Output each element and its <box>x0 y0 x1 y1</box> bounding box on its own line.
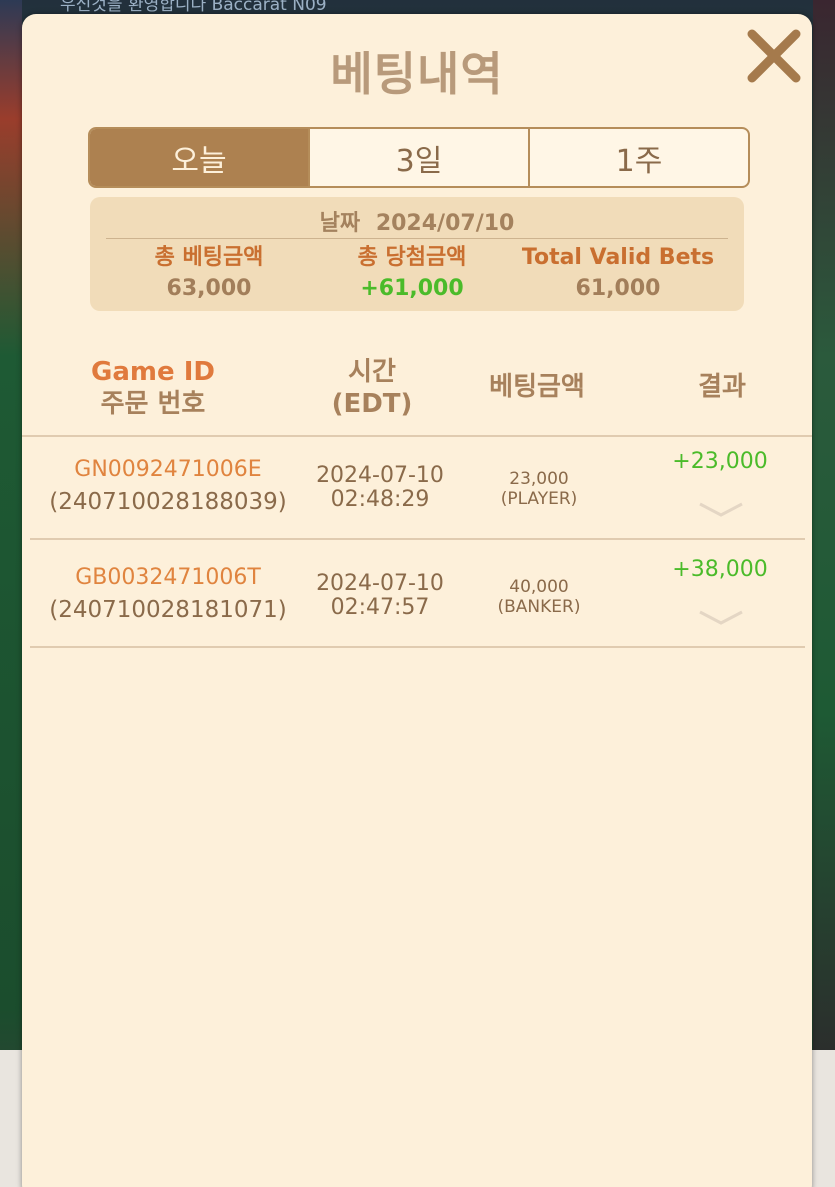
row-divider <box>30 538 805 540</box>
header-bet-amount: 베팅금액 <box>489 372 585 402</box>
header-time-zone: (EDT) <box>331 389 413 419</box>
total-win-column: 총 당첨금액 +61,000 <box>303 243 521 305</box>
summary-divider <box>106 238 728 239</box>
row-divider <box>30 646 805 648</box>
row-game-id: GB0032471006T <box>75 565 261 590</box>
game-background-left <box>0 0 22 1187</box>
summary-panel: 날짜 2024/07/10 총 베팅금액 63,000 총 당첨금액 +61,0… <box>90 197 744 311</box>
valid-bets-value: 61,000 <box>575 276 661 301</box>
header-order-no-label: 주문 번호 <box>100 389 206 419</box>
row-clock: 02:48:29 <box>330 487 430 512</box>
header-game-id-label: Game ID <box>91 357 215 387</box>
row-amount-value: 23,000 <box>509 469 569 489</box>
modal-title: 베팅내역 <box>330 47 504 101</box>
total-bet-column: 총 베팅금액 63,000 <box>100 243 318 305</box>
game-background-right <box>813 0 835 1187</box>
row-clock: 02:47:57 <box>330 595 430 620</box>
period-tabs: 오늘 3일 1주 <box>88 127 750 188</box>
row-result: +23,000 <box>672 449 768 474</box>
header-time: 시간 (EDT) <box>292 356 452 420</box>
header-game-id: Game ID 주문 번호 <box>42 356 264 420</box>
row-order-no: (240710028188039) <box>49 489 287 515</box>
row-bet-side: (BANKER) <box>497 597 581 617</box>
row-result: +38,000 <box>672 557 768 582</box>
row-bet-amount: 23,000 (PLAYER) <box>468 469 610 509</box>
table-row[interactable]: GB0032471006T (240710028181071) <box>42 562 294 626</box>
header-divider <box>22 435 812 437</box>
total-win-label: 총 당첨금액 <box>357 245 467 270</box>
row-bet-side: (PLAYER) <box>500 489 578 509</box>
total-win-value: +61,000 <box>360 276 464 301</box>
header-time-label: 시간 <box>348 357 396 387</box>
table-row[interactable]: GN0092471006E (240710028188039) <box>42 454 294 518</box>
row-time: 2024-07-10 02:47:57 <box>300 572 460 620</box>
row-time: 2024-07-10 02:48:29 <box>300 464 460 512</box>
row-bet-amount: 40,000 (BANKER) <box>468 577 610 617</box>
expand-chevron-icon[interactable] <box>696 608 746 628</box>
valid-bets-label: Total Valid Bets <box>521 245 715 270</box>
summary-date: 날짜 2024/07/10 <box>90 205 744 237</box>
close-icon <box>747 29 801 83</box>
tab-today[interactable]: 오늘 <box>90 129 310 186</box>
row-amount-value: 40,000 <box>509 577 569 597</box>
total-bet-label: 총 베팅금액 <box>154 245 264 270</box>
betting-history-modal: 베팅내역 오늘 3일 1주 날짜 2024/07/10 총 베팅금액 63,00… <box>22 14 812 1187</box>
row-order-no: (240710028181071) <box>49 597 287 623</box>
date-label: 날짜 <box>319 211 361 236</box>
header-result: 결과 <box>698 372 746 402</box>
expand-chevron-icon[interactable] <box>696 500 746 520</box>
row-date: 2024-07-10 <box>316 571 444 596</box>
total-bet-value: 63,000 <box>166 276 252 301</box>
valid-bets-column: Total Valid Bets 61,000 <box>509 243 727 305</box>
row-date: 2024-07-10 <box>316 463 444 488</box>
tab-1-week[interactable]: 1주 <box>530 129 748 186</box>
close-button[interactable] <box>744 26 804 86</box>
date-value: 2024/07/10 <box>375 211 515 236</box>
row-game-id: GN0092471006E <box>74 457 262 482</box>
tab-3-days[interactable]: 3일 <box>310 129 530 186</box>
